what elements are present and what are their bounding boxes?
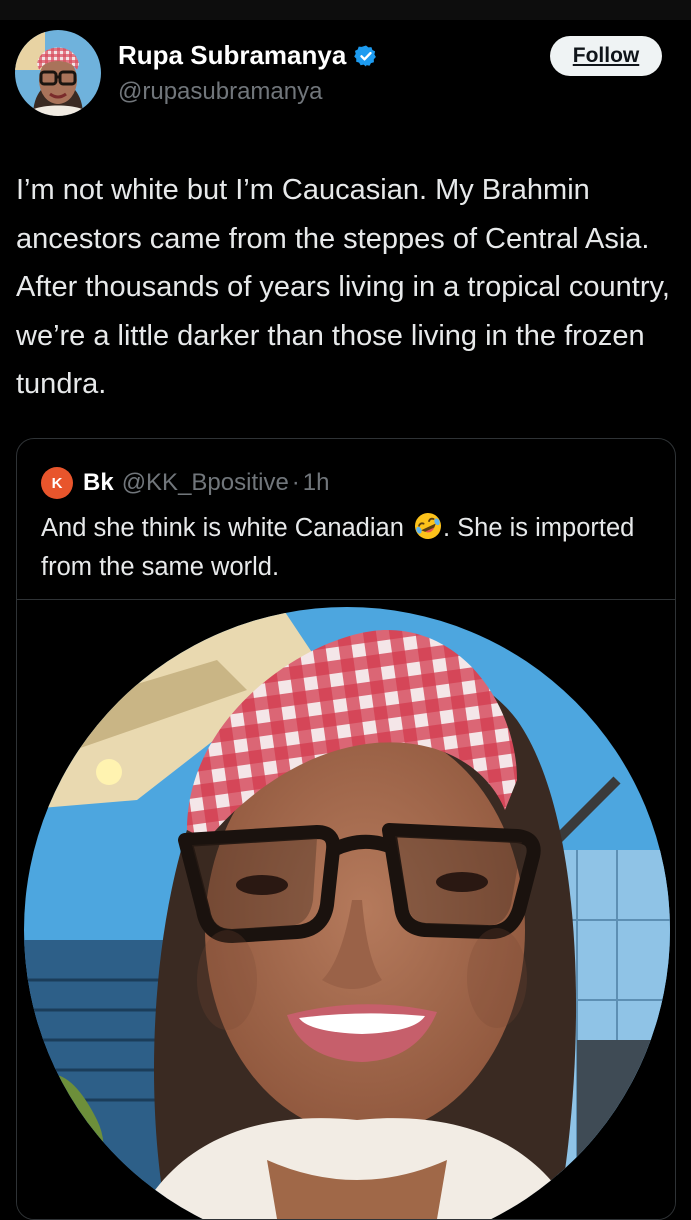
author-handle[interactable]: @rupasubramanya	[118, 78, 322, 106]
quote-author-name[interactable]: Bk	[83, 469, 114, 497]
quote-media-photo[interactable]	[17, 600, 675, 1219]
quote-timestamp[interactable]: 1h	[303, 469, 330, 497]
tweet-text: I’m not white but I’m Caucasian. My Brah…	[16, 174, 670, 400]
quoted-tweet-card[interactable]: K Bk @KK_Bpositive · 1h And she think is…	[16, 438, 676, 1220]
status-bar	[0, 0, 691, 20]
rolling-laughing-emoji-icon	[413, 511, 443, 541]
author-name-text[interactable]: Rupa Subramanya	[118, 40, 346, 71]
quote-text: And she think is white Canadian . She is…	[41, 509, 651, 587]
quote-author-handle[interactable]: @KK_Bpositive	[122, 469, 289, 497]
follow-button[interactable]: Follow	[550, 36, 662, 76]
author-avatar[interactable]	[15, 30, 101, 116]
author-name[interactable]: Rupa Subramanya	[118, 40, 378, 71]
verified-badge-icon	[354, 44, 378, 68]
quote-avatar[interactable]: K	[41, 467, 73, 499]
quote-separator: ·	[291, 469, 300, 496]
quote-text-before: And she think is white Canadian	[41, 514, 404, 542]
quote-header: K Bk @KK_Bpositive · 1h	[41, 467, 330, 499]
